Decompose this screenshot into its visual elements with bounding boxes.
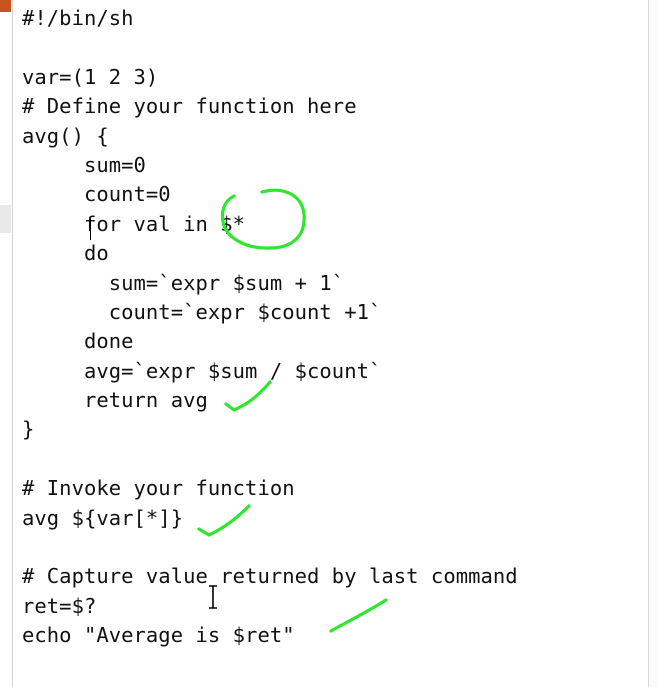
code-line: # Define your function here bbox=[22, 94, 357, 119]
code-line: #!/bin/sh bbox=[22, 6, 134, 30]
code-line: sum=0 bbox=[22, 152, 146, 177]
orange-tab-marker bbox=[0, 0, 11, 12]
code-line: var=(1 2 3) bbox=[22, 64, 159, 89]
code-editor[interactable]: #!/bin/sh var=(1 2 3) # Define your func… bbox=[22, 4, 647, 687]
code-line: avg=`expr $sum / $count` bbox=[22, 358, 382, 383]
code-line: } bbox=[22, 417, 35, 442]
code-line: count=0 bbox=[22, 182, 171, 207]
text-caret bbox=[90, 218, 91, 240]
code-line: echo "Average is $ret" bbox=[22, 623, 295, 648]
vertical-scrollbar[interactable] bbox=[648, 0, 657, 687]
left-panel-strip bbox=[0, 0, 13, 687]
code-line: avg ${var[*]} bbox=[22, 505, 184, 530]
gutter-marker bbox=[0, 205, 11, 233]
code-line: count=`expr $count +1` bbox=[22, 299, 382, 324]
code-line: return avg bbox=[22, 388, 208, 413]
code-line: do bbox=[22, 241, 109, 266]
code-line: avg() { bbox=[22, 123, 109, 148]
code-line: # Invoke your function bbox=[22, 476, 295, 501]
code-line: for val in $* bbox=[22, 211, 246, 236]
code-line: ret=$? bbox=[22, 593, 97, 618]
code-line: done bbox=[22, 329, 134, 354]
code-line: # Capture value returned by last command bbox=[22, 564, 518, 589]
i-beam-cursor-icon bbox=[209, 585, 217, 609]
code-line: sum=`expr $sum + 1` bbox=[22, 270, 345, 295]
